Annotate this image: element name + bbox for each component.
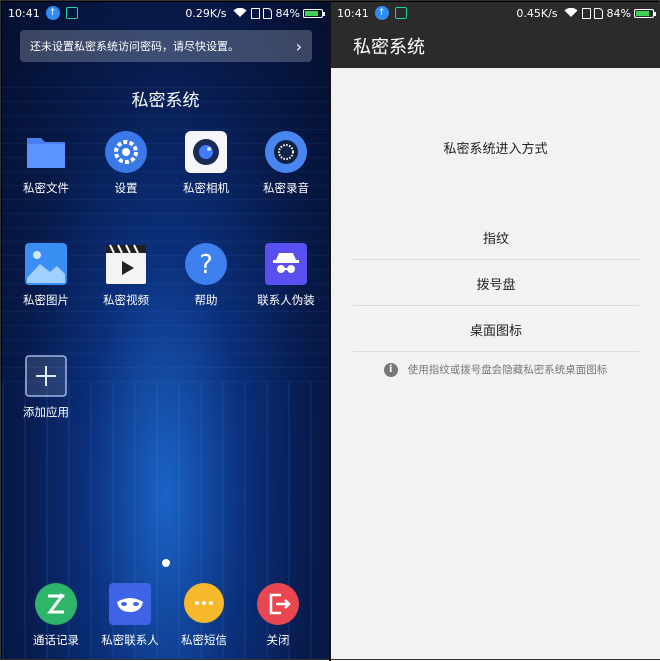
hint-text: 使用指纹或拨号盘会隐藏私密系统桌面图标: [407, 364, 608, 376]
call-log-icon: [34, 582, 78, 626]
image-icon: [24, 242, 68, 286]
app-label: 添加应用: [23, 405, 69, 419]
sim-icon: [581, 7, 591, 19]
folder-title: 私密系统: [131, 91, 200, 111]
app-label: 关闭: [266, 633, 290, 647]
app-label: 私密短信: [181, 633, 227, 647]
sim-icon: [250, 7, 260, 19]
wifi-icon: [564, 8, 578, 17]
folder-icon: [24, 130, 68, 174]
disguise-icon: [264, 242, 308, 286]
page-title: 私密系统: [353, 37, 425, 58]
scan-icon: [394, 7, 407, 19]
exit-icon: [256, 582, 300, 626]
svg-text:?: ?: [199, 250, 213, 280]
option-label: 桌面图标: [469, 323, 522, 339]
app-contact-disguise[interactable]: 联系人伪装: [245, 242, 327, 308]
sim2-icon: [593, 7, 603, 19]
network-speed: 0.45K/s: [516, 6, 558, 20]
option-desktop-icon[interactable]: 桌面图标: [353, 307, 639, 352]
app-call-log[interactable]: 通话记录: [15, 582, 97, 648]
app-settings[interactable]: 设置: [85, 130, 167, 196]
recorder-icon: [264, 130, 308, 174]
option-label: 指纹: [482, 231, 509, 247]
app-label: 私密视频: [103, 293, 149, 307]
notice-text: 还未设置私密系统访问密码，请尽快设置。: [30, 40, 239, 53]
page-indicator: [162, 559, 170, 567]
hint-row: i 使用指纹或拨号盘会隐藏私密系统桌面图标: [331, 362, 660, 377]
status-bar: 10:41 ↑ 0.45K/s 84%: [331, 2, 660, 24]
app-label: 私密文件: [23, 181, 69, 195]
app-private-video[interactable]: 私密视频: [85, 242, 167, 308]
app-label: 私密联系人: [101, 633, 159, 647]
camera-icon: [184, 130, 228, 174]
private-contacts-icon: [108, 582, 152, 626]
add-icon: [24, 354, 68, 398]
screenshot-frame: 10:41 ↑ 0.29K/s 84% 还未设置私密系统访问密码，请尽快设置。 …: [0, 0, 660, 661]
private-sms-icon: [182, 582, 226, 626]
gear-icon: [104, 130, 148, 174]
upload-icon: ↑: [374, 6, 389, 20]
app-label: 帮助: [194, 293, 218, 307]
battery-icon: [634, 8, 656, 18]
app-bar: 私密系统: [331, 24, 660, 68]
info-icon: i: [383, 362, 398, 377]
scan-icon: [65, 7, 78, 19]
app-private-sms[interactable]: 私密短信: [163, 582, 245, 648]
app-private-recorder[interactable]: 私密录音: [245, 130, 327, 196]
app-add-app[interactable]: 添加应用: [5, 354, 87, 420]
sim2-icon: [262, 7, 272, 19]
video-icon: [104, 242, 148, 286]
entry-method-content: 私密系统进入方式 指纹 拨号盘 桌面图标 i 使用指纹或拨号盘会隐藏私密系统桌面…: [331, 68, 660, 659]
app-help[interactable]: ? 帮助: [165, 242, 247, 308]
app-private-images[interactable]: 私密图片: [5, 242, 87, 308]
entry-method-screen: 10:41 ↑ 0.45K/s 84% 私密系统 私密系统进入方式 指纹 拨号盘…: [331, 2, 660, 659]
wifi-icon: [233, 8, 247, 17]
status-time: 10:41: [337, 6, 369, 20]
app-label: 私密相机: [183, 181, 229, 195]
battery-percent: 84%: [606, 6, 631, 20]
app-close[interactable]: 关闭: [237, 582, 319, 648]
app-label: 通话记录: [33, 633, 79, 647]
battery-percent: 84%: [275, 6, 300, 20]
app-label: 私密录音: [263, 181, 309, 195]
app-label: 私密图片: [23, 293, 69, 307]
private-system-folder-screen: 10:41 ↑ 0.29K/s 84% 还未设置私密系统访问密码，请尽快设置。 …: [2, 2, 329, 659]
option-label: 拨号盘: [476, 277, 516, 293]
app-private-contacts[interactable]: 私密联系人: [89, 582, 171, 648]
app-label: 设置: [114, 181, 138, 195]
upload-icon: ↑: [45, 6, 60, 20]
status-time: 10:41: [8, 6, 40, 20]
option-dialer[interactable]: 拨号盘: [353, 261, 639, 306]
app-label: 联系人伪装: [257, 293, 315, 307]
app-private-camera[interactable]: 私密相机: [165, 130, 247, 196]
help-icon: ?: [184, 242, 228, 286]
section-title: 私密系统进入方式: [443, 142, 548, 157]
password-notice-banner[interactable]: 还未设置私密系统访问密码，请尽快设置。 ›: [20, 30, 312, 62]
network-speed: 0.29K/s: [185, 6, 227, 20]
chevron-right-icon: ›: [295, 36, 302, 56]
app-private-files[interactable]: 私密文件: [5, 130, 87, 196]
status-bar: 10:41 ↑ 0.29K/s 84%: [2, 2, 329, 24]
option-fingerprint[interactable]: 指纹: [353, 215, 639, 260]
battery-icon: [303, 8, 325, 18]
